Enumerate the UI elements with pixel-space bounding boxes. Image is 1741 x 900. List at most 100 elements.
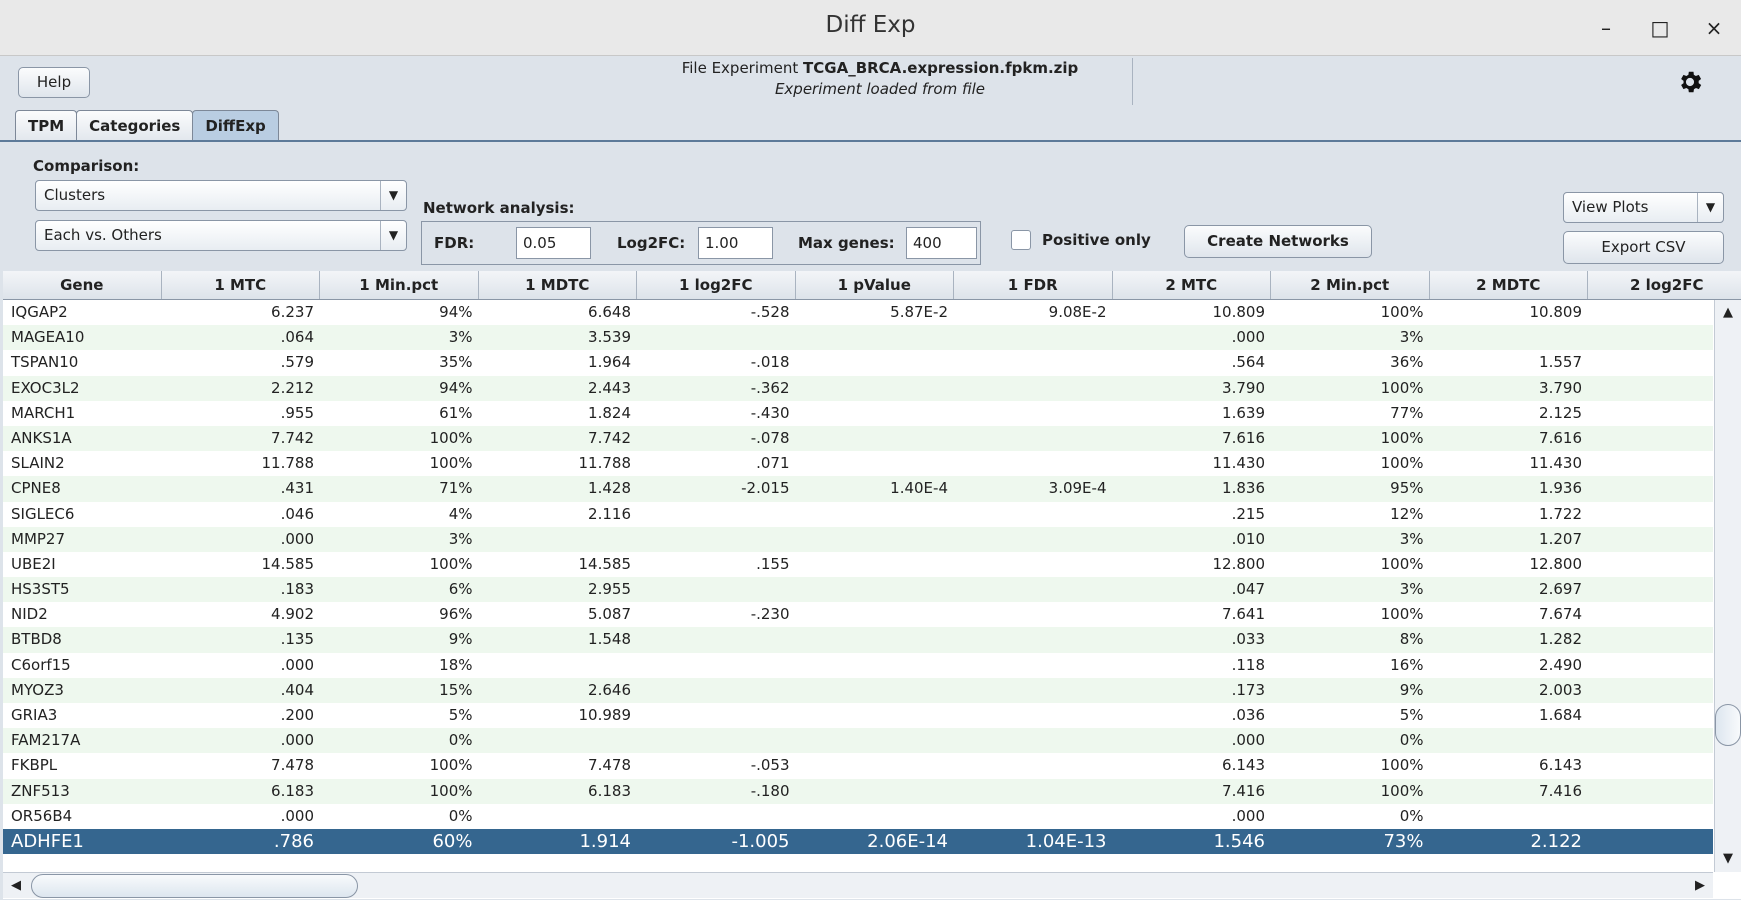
column-header[interactable]: 1 pValue — [796, 271, 954, 299]
positive-only-checkbox[interactable] — [1011, 230, 1031, 250]
column-header[interactable]: 1 MTC — [162, 271, 320, 299]
column-header[interactable]: 1 Min.pct — [320, 271, 479, 299]
table-cell: 100% — [429, 454, 473, 473]
gene-cell: MARCH1 — [11, 403, 76, 422]
tab-tpm[interactable]: TPM — [15, 110, 78, 141]
column-header[interactable]: 1 FDR — [954, 271, 1113, 299]
export-csv-button[interactable]: Export CSV — [1563, 231, 1724, 264]
tab-diffexp[interactable]: DiffExp — [192, 110, 279, 141]
table-row[interactable]: ANKS1A7.742100%7.742-.0787.616100%7.616-… — [3, 425, 1713, 452]
fdr-field[interactable]: 0.05 — [516, 227, 591, 259]
maximize-button[interactable]: □ — [1646, 14, 1674, 42]
table-cell: .955 — [280, 403, 314, 422]
table-cell: 9% — [1399, 680, 1424, 699]
table-cell: 18% — [439, 655, 473, 674]
table-cell: 5.87E-2 — [890, 303, 948, 321]
table-cell: 15% — [439, 680, 473, 699]
table-row[interactable]: SIGLEC6 .046 4% 2.116 .215 12% 1.722 — [3, 502, 1713, 527]
table-row[interactable]: FKBPL 7.478 100% 7.478 -.053 6.143 100% 6.143 -. — [3, 753, 1713, 778]
table-cell: 2.212 — [271, 378, 314, 397]
vertical-scrollbar[interactable]: ▲ ▼ — [1714, 300, 1741, 872]
table-cell — [637, 527, 796, 552]
table-cell: 2.116 — [588, 504, 631, 523]
scroll-left-icon[interactable]: ◀ — [5, 873, 27, 899]
gene-cell: EXOC3L2 — [11, 378, 80, 397]
table-cell: -. — [1588, 753, 1713, 778]
scroll-down-icon[interactable]: ▼ — [1715, 848, 1741, 870]
table-cell: 0% — [1399, 806, 1424, 825]
table-cell: 100% — [1380, 428, 1424, 447]
table-cell — [1588, 325, 1713, 350]
table-cell — [1430, 325, 1589, 350]
table-cell: 100% — [1380, 454, 1424, 473]
mode-select[interactable]: Each vs. Others ▼ — [35, 220, 407, 251]
table-row[interactable]: ZNF513 6.183 100% 6.183 -.180 7.416 100% 7.416 — [3, 778, 1713, 804]
table-row[interactable]: SLAIN2 11.788 100% 11.788 .071 11.430 100% 11.4… — [3, 451, 1713, 476]
table-cell: 12% — [1390, 504, 1424, 523]
horizontal-scroll-thumb[interactable] — [31, 874, 358, 898]
table-row[interactable]: MAGEA10 .064 3% 3.539 .000 3% — [3, 325, 1713, 351]
vertical-scroll-thumb[interactable] — [1715, 704, 1741, 746]
table-row[interactable]: IQGAP2 6.237 94% 6.648 -.528 5.87E-2 9.08E-2 10… — [3, 300, 1713, 325]
table-row[interactable]: ADHFE1 .786 60% 1.914 -1.005 2.06E-14 1.04E-13… — [3, 828, 1713, 855]
help-button[interactable]: Help — [18, 67, 90, 98]
table-row[interactable]: EXOC3L2 2.212 94% 2.443 -.362 3.790 100% 3.790 — [3, 375, 1713, 401]
table-cell: 2.125 — [1539, 403, 1582, 422]
table-row[interactable]: MARCH1 .955 61% 1.824 -.430 1.639 77% 2.125 — [3, 401, 1713, 426]
table-row[interactable]: OR56B4 .000 0% .000 0% — [3, 804, 1713, 829]
table-cell — [479, 804, 638, 829]
column-header[interactable]: 1 log2FC — [637, 271, 796, 299]
close-button[interactable]: × — [1700, 14, 1728, 42]
table-row[interactable]: MMP27 .000 3% .010 3% 1.207 — [3, 526, 1713, 552]
minimize-button[interactable]: – — [1592, 14, 1620, 42]
table-cell: 94% — [439, 303, 473, 321]
table-cell: 3.790 — [1222, 378, 1265, 397]
scroll-up-icon[interactable]: ▲ — [1715, 302, 1741, 324]
comparison-select[interactable]: Clusters ▼ — [35, 180, 407, 211]
column-header[interactable]: Gene — [3, 271, 162, 299]
horizontal-scrollbar[interactable]: ◀ ▶ — [3, 872, 1713, 898]
table-cell — [796, 527, 955, 552]
table-row[interactable]: GRIA3 .200 5% 10.989 .036 5% 1.684 — [3, 703, 1713, 728]
table-cell: .404 — [280, 680, 314, 699]
scroll-right-icon[interactable]: ▶ — [1689, 873, 1711, 899]
max-genes-field[interactable]: 400 — [906, 227, 977, 259]
column-header[interactable]: 2 log2FC — [1588, 271, 1741, 299]
table-cell: 100% — [429, 756, 473, 775]
column-header[interactable]: 2 MTC — [1113, 271, 1271, 299]
table-cell: .000 — [1231, 806, 1265, 825]
table-cell — [637, 502, 796, 527]
view-plots-select[interactable]: View Plots ▼ — [1563, 192, 1724, 223]
table-row[interactable]: TSPAN10 .579 35% 1.964 -.018 .564 36% 1.557 -. — [3, 350, 1713, 375]
table-cell: 1.04E-13 — [1025, 830, 1107, 852]
table-row[interactable]: HS3ST5 .183 6% 2.955 .047 3% 2.697 — [3, 577, 1713, 603]
table-row[interactable]: FAM217A .000 0% .000 0% — [3, 728, 1713, 754]
column-header[interactable]: 2 Min.pct — [1271, 271, 1430, 299]
table-cell — [954, 703, 1113, 728]
tab-categories[interactable]: Categories — [76, 110, 194, 141]
column-header[interactable]: 2 MDTC — [1430, 271, 1588, 299]
table-cell — [479, 653, 638, 678]
table-cell: 3% — [1399, 529, 1424, 548]
gear-icon[interactable] — [1676, 68, 1704, 96]
table-cell: 2.955 — [588, 580, 631, 599]
table-cell: 100% — [429, 428, 473, 447]
table-row[interactable]: UBE2I 14.585 100% 14.585 .155 12.800 100% 12.80… — [3, 552, 1713, 577]
table-cell: 100% — [1380, 605, 1424, 624]
table-cell — [1588, 527, 1713, 552]
table-row[interactable]: NID2 4.902 96% 5.087 -.230 7.641 100% 7.674 — [3, 602, 1713, 627]
table-cell — [1588, 577, 1713, 602]
column-header[interactable]: 1 MDTC — [479, 271, 637, 299]
table-cell — [1588, 451, 1713, 476]
table-cell: .000 — [280, 529, 314, 548]
table-row[interactable]: CPNE8 .431 71% 1.428 -2.015 1.40E-4 3.09E-4 1.8… — [3, 476, 1713, 502]
create-networks-button[interactable]: Create Networks — [1184, 225, 1372, 258]
table-row[interactable]: MYOZ3 .404 15% 2.646 .173 9% 2.003 — [3, 677, 1713, 703]
gene-cell: CPNE8 — [11, 479, 61, 498]
table-row[interactable]: BTBD8 .135 9% 1.548 .033 8% 1.282 — [3, 627, 1713, 653]
table-row[interactable]: C6orf15 .000 18% .118 16% 2.490 — [3, 653, 1713, 678]
table-cell: 6.648 — [588, 303, 631, 321]
log2fc-field[interactable]: 1.00 — [698, 227, 773, 259]
table-cell: .173 — [1231, 680, 1265, 699]
table-cell — [1588, 678, 1713, 703]
